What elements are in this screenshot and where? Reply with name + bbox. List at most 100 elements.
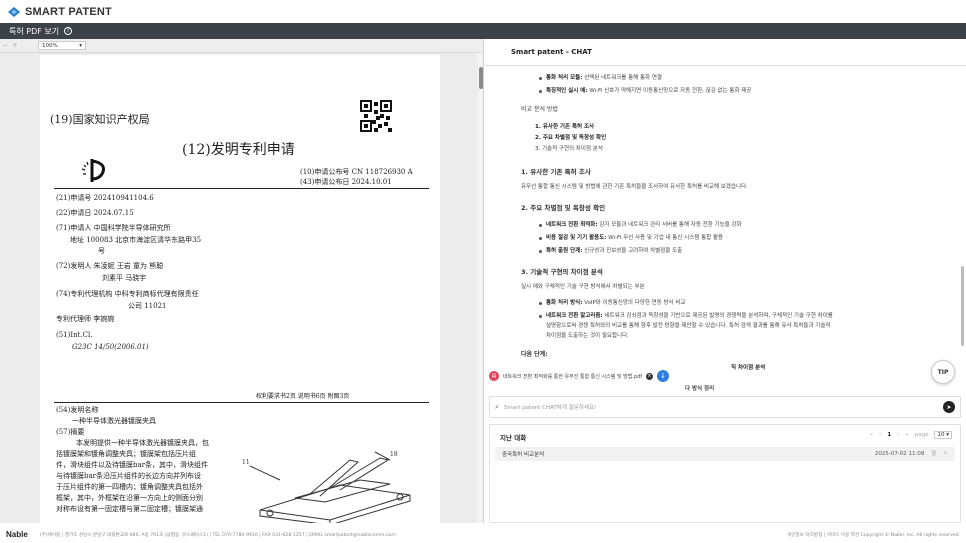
zoom-select[interactable]: 100% ▾ (38, 41, 86, 50)
top-bar: SMART PATENT (0, 0, 966, 23)
brand-name: SMART PATENT (25, 5, 112, 18)
int-cl-value: G23C 14/50(2006.01) (72, 343, 149, 351)
attachment-chip[interactable]: ▤ 네트워크 전환 최적화를 통한 유무선 통합 통신 시스템 및 방법.pdf… (489, 369, 670, 383)
applicant: (71)申请人 中国科学院半导体研究所 (56, 224, 171, 232)
delete-icon[interactable]: 🗑 (930, 451, 937, 457)
chat-scrollbar[interactable] (961, 66, 965, 374)
pdf-scrollbar[interactable] (478, 53, 483, 523)
viewer-title-bar: 특허 PDF 보기 ? (0, 23, 966, 39)
patent-figure-image: 11 18 (242, 451, 411, 523)
footer: Nable (주)에이블 | 경기도 성남시 분당구 대왕판교로 660, A동… (0, 526, 966, 543)
address-cont: 号 (98, 247, 105, 255)
tip-button[interactable]: TIP (931, 360, 955, 384)
inventors-cont: 刘素平 马骁宇 (102, 274, 147, 282)
attachment-filename: 네트워크 전환 최적화를 통한 유무선 통합 통신 시스템 및 방법.pdf (503, 373, 643, 380)
section-heading: 2. 주요 차별점 및 독창성 확인 (521, 204, 606, 212)
list-item: 네트워크 전환 최적화: 감지 모듈과 네트워크 관리 서버를 통해 자동 전환… (546, 222, 742, 228)
list-item: 다 방식 정리 (685, 386, 715, 392)
pdf-page: (19)国家知识产权局 (12)发明专利申请 (10)申请公布号 CN 1187… (40, 55, 440, 523)
address: 地址 100083 北京市海淀区清华东路甲35 (70, 236, 202, 244)
chat-message: 통화 처리 모듈: 선택된 네트워크를 통해 통화 연결 특징적인 실시 예: … (511, 66, 966, 374)
abstract-line: 本发明提供一种半导体激光器镀膜夹具，包 (76, 439, 209, 447)
next-steps-heading: 다음 단계: (521, 351, 548, 358)
pdf-toolbar: − + 100% ▾ (0, 39, 483, 53)
section-title: 비교 분석 방법 (521, 106, 558, 113)
list-item: 비용 절감 및 기기 활용도: Wi-Fi 무선 사용 및 기업 내 통신 시스… (546, 235, 724, 241)
viewer-title: 특허 PDF 보기 (9, 26, 60, 36)
list-item-cont: 차이점을 도출하는 것이 필요합니다. (546, 333, 629, 339)
application-date: (22)申请日 2024.07.15 (56, 209, 134, 217)
patent-agency-cont: 公司 11021 (128, 302, 167, 310)
history-title-text: 중국특허 비교분석 (502, 452, 545, 458)
patent-agency: (74)专利代理机构 中科专利商标代理有限责任 (56, 290, 199, 298)
abstract-line: 与待镀膜bar条沿压片组件的长边方向并列布设 (56, 472, 201, 480)
abstract-line: 件，滑块组件以及待镀膜bar条，其中，滑块组件 (56, 461, 208, 469)
patent-office: (19)国家知识产权局 (50, 113, 150, 126)
invention-title: 一种半导体激光器镀膜夹具 (72, 417, 156, 425)
page-size-select[interactable]: 10 ▾ (934, 431, 952, 439)
abstract-label: (57)摘要 (56, 428, 85, 436)
list-item-cont: 설명함으로써 경쟁 특허와의 비교를 통해 향후 발전 방향을 제안할 수 있습… (546, 323, 831, 329)
list-item: 특징적인 실시 예: Wi-Fi 신호가 약해지면 이동통신망으로 자동 전환,… (546, 88, 752, 94)
abstract-line: 括镀膜架和镀角调整夹具；镀膜架包括压片组 (56, 450, 196, 458)
paragraph: 실시 예와 구체적인 기술 구현 방식에서 차별되는 부분 (521, 284, 645, 290)
pdf-file-icon: ▤ (489, 371, 499, 381)
pagination: « ‹ 1 › » page 10 ▾ (870, 431, 952, 439)
abstract-line: 于压片组件的第一四槽内；镀角调整夹具包括外 (56, 483, 203, 491)
bullet (539, 237, 542, 240)
bullet (539, 77, 542, 80)
document-type: (12)发明专利申请 (182, 142, 295, 158)
remove-attachment-icon[interactable]: × (646, 372, 654, 380)
zoom-level: 100% (42, 42, 58, 49)
publication-number: (10)申请公布号 CN 118726930 A (300, 168, 413, 176)
footer-company-info: (주)에이블 | 경기도 성남시 분당구 대왕판교로 660, A동 701호 … (39, 532, 396, 538)
list-item: 직 차이점 분석 (731, 365, 766, 371)
chat-input[interactable]: ⌕ Smart patent CHAT에게 질문하세요! ➤ (489, 396, 961, 418)
application-number: (21)申请号 202410941104.6 (56, 194, 154, 202)
page-counts: 权利要求书2页 说明书6页 附图3页 (256, 393, 350, 400)
abstract-line: 对称布设有第一固定槽与第二固定槽；镀膜架通 (56, 505, 203, 513)
figure-label-11: 11 (242, 459, 250, 466)
paragraph: 유무선 통합 통신 시스템 및 방법에 관한 기존 특허들을 조사하여 유사한 … (521, 184, 748, 190)
send-icon[interactable]: ➤ (943, 401, 955, 413)
help-icon[interactable]: ? (64, 27, 73, 35)
zoom-in-button[interactable]: + (10, 42, 20, 49)
list-item: 통화 처리 모듈: 선택된 네트워크를 통해 통화 연결 (546, 75, 662, 81)
list-item: 통화 처리 방식: VoIP와 이동통신망의 다양한 연동 방식 비교 (546, 300, 686, 306)
section-heading: 1. 유사한 기존 특허 조사 (521, 168, 591, 176)
list-item: 네트워크 전환 알고리즘: 네트워크 감쇠점과 독창성을 기반으로 제공된 발명… (546, 313, 833, 319)
int-cl-label: (51)Int.Cl. (56, 331, 93, 339)
footer-links[interactable]: 개인정보 처리방침 | 서비스 이용 약관 Copyright © Nable,… (787, 532, 960, 538)
chat-panel: Smart patent - CHAT 통화 처리 모듈: 선택된 네트워크를 … (485, 39, 966, 523)
chevron-down-icon: ▾ (79, 42, 82, 49)
publication-date: (43)申请公布日 2024.10.01 (300, 178, 392, 186)
pdf-viewer: − + 100% ▾ (19)国家知识产权局 (12)发明专利申请 (10)申请公… (0, 39, 484, 523)
divider (54, 402, 429, 403)
scrollbar-thumb[interactable] (961, 266, 964, 346)
qr-code-image (360, 100, 392, 132)
last-page-icon[interactable]: » (905, 432, 908, 438)
list-item: 특허 출원 단계: 신규성과 진보성을 고려하여 차별점을 도출 (546, 248, 683, 254)
zoom-out-button[interactable]: − (0, 42, 10, 49)
footer-logo: Nable (6, 530, 28, 539)
cnipa-emblem-icon (81, 159, 105, 182)
history-date: 2025-07-02 11:09 (874, 451, 925, 457)
prev-page-icon[interactable]: ‹ (879, 432, 881, 438)
figure-label-18: 18 (390, 451, 398, 458)
chat-history: 지난 대화 « ‹ 1 › » page 10 ▾ 중국특허 비교분석 2025… (489, 424, 961, 523)
scrollbar-thumb[interactable] (479, 67, 483, 89)
bullet (539, 250, 542, 253)
history-title: 지난 대화 (500, 434, 527, 442)
first-page-icon[interactable]: « (870, 432, 873, 438)
invention-title-label: (54)发明名称 (56, 406, 99, 414)
bullet (539, 315, 542, 318)
list-item: 1. 유사한 기존 특허 조사 (535, 124, 595, 130)
current-page[interactable]: 1 (887, 432, 891, 438)
chat-input-placeholder: Smart patent CHAT에게 질문하세요! (503, 405, 597, 411)
paperclip-icon[interactable]: ⌕ (495, 403, 499, 412)
edit-icon[interactable]: ✎ (943, 451, 948, 457)
next-page-icon[interactable]: › (897, 432, 899, 438)
bullet (539, 224, 542, 227)
history-row[interactable]: 중국특허 비교분석 2025-07-02 11:09 🗑 ✎ (495, 447, 955, 461)
scroll-down-icon[interactable]: ↓ (657, 370, 670, 382)
